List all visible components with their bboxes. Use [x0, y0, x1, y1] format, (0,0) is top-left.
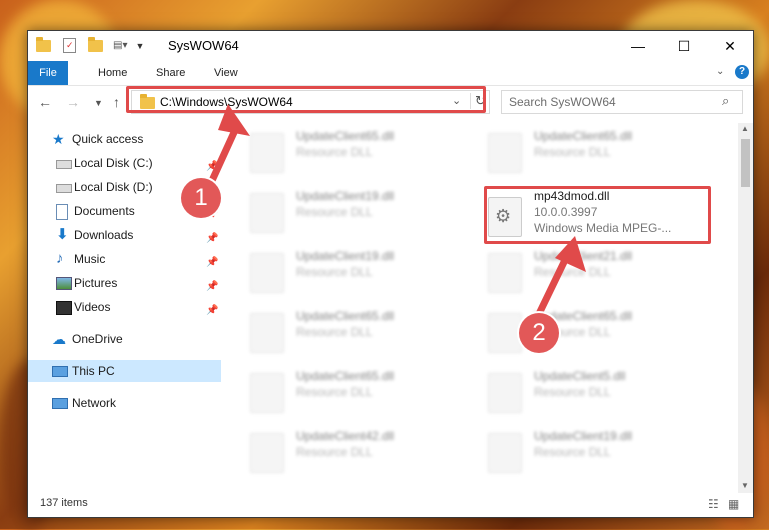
- list-item[interactable]: UpdateClient21.dll Resource DLL: [476, 243, 701, 295]
- sidebar-item-this-pc[interactable]: This PC: [28, 360, 221, 382]
- dll-file-icon: [250, 133, 284, 173]
- documents-icon: [56, 204, 68, 220]
- dll-file-icon: [488, 133, 522, 173]
- sidebar-item-music[interactable]: ♪ Music 📌: [28, 248, 221, 270]
- maximize-button[interactable]: ☐: [661, 31, 707, 61]
- sidebar-item-local-disk-c[interactable]: Local Disk (C:) 📌: [28, 152, 221, 174]
- ribbon-tabs: File Home Share View ⌄ ?: [28, 61, 753, 86]
- chevron-down-icon[interactable]: ▼: [135, 41, 144, 51]
- search-box[interactable]: Search SysWOW64 ⌕: [501, 90, 743, 114]
- back-arrow-icon[interactable]: ←: [38, 94, 52, 110]
- forward-arrow-icon[interactable]: →: [66, 94, 80, 110]
- expand-ribbon-icon[interactable]: ⌄: [716, 66, 724, 77]
- pin-icon[interactable]: 📌: [206, 276, 218, 298]
- status-bar: 137 items ☷ ▦: [28, 493, 753, 517]
- address-bar-highlight: [126, 86, 486, 113]
- help-icon[interactable]: ?: [735, 65, 749, 79]
- step-1-badge: 1: [181, 178, 221, 218]
- up-arrow-icon[interactable]: ↑: [113, 94, 120, 110]
- dll-file-icon: [488, 253, 522, 293]
- properties-icon[interactable]: ✓: [63, 38, 76, 53]
- sidebar-item-onedrive[interactable]: ☁ OneDrive: [28, 328, 221, 350]
- sidebar-item-videos[interactable]: Videos 📌: [28, 296, 221, 318]
- list-item[interactable]: UpdateClient19.dll Resource DLL: [476, 423, 701, 475]
- list-item[interactable]: UpdateClient65.dll Resource DLL: [238, 363, 463, 415]
- step-2-badge: 2: [519, 313, 559, 353]
- network-icon: [52, 398, 68, 409]
- details-view-icon[interactable]: ☷: [708, 497, 719, 511]
- title-bar: ✓ ▤▾ ▼ SysWOW64 — ☐ ✕: [28, 31, 753, 61]
- sidebar-item-quick-access[interactable]: ★ Quick access: [28, 128, 221, 150]
- list-item[interactable]: UpdateClient65.dll Resource DLL: [476, 303, 701, 355]
- star-icon: ★: [52, 131, 65, 147]
- list-item[interactable]: UpdateClient19.dll Resource DLL: [238, 183, 463, 235]
- vertical-scrollbar[interactable]: ▲ ▼: [738, 123, 753, 493]
- selected-file-highlight: [484, 186, 711, 244]
- dll-file-icon: [488, 373, 522, 413]
- pictures-icon: [56, 277, 72, 290]
- folder-icon[interactable]: [36, 36, 51, 52]
- search-input[interactable]: Search SysWOW64: [509, 95, 616, 109]
- list-item[interactable]: UpdateClient65.dll Resource DLL: [476, 123, 701, 175]
- pin-icon[interactable]: 📌: [206, 252, 218, 274]
- scroll-up-icon[interactable]: ▲: [741, 124, 749, 133]
- list-item[interactable]: UpdateClient65.dll Resource DLL: [238, 303, 463, 355]
- new-folder-icon[interactable]: [88, 36, 103, 52]
- sidebar-item-downloads[interactable]: ⬇ Downloads 📌: [28, 224, 221, 246]
- minimize-button[interactable]: —: [615, 31, 661, 61]
- close-button[interactable]: ✕: [707, 31, 753, 61]
- tab-view[interactable]: View: [206, 61, 246, 85]
- dll-file-icon: [488, 433, 522, 473]
- music-icon: ♪: [56, 250, 64, 267]
- pin-icon[interactable]: 📌: [206, 300, 218, 322]
- explorer-window: ✓ ▤▾ ▼ SysWOW64 — ☐ ✕ File Home Share Vi…: [27, 30, 754, 518]
- item-count: 137 items: [40, 497, 88, 509]
- navigation-bar: ← → ▼ ↑ C:\Windows\SysWOW64 ⌄ ↻ Search S…: [28, 86, 753, 118]
- list-item[interactable]: UpdateClient42.dll Resource DLL: [238, 423, 463, 475]
- tab-home[interactable]: Home: [90, 61, 135, 85]
- pin-icon[interactable]: 📌: [206, 228, 218, 250]
- dll-file-icon: [250, 193, 284, 233]
- list-item[interactable]: UpdateClient5.dll Resource DLL: [476, 363, 701, 415]
- recent-locations-icon[interactable]: ▼: [94, 98, 103, 108]
- large-icons-view-icon[interactable]: ▦: [728, 497, 739, 511]
- dll-file-icon: [488, 313, 522, 353]
- videos-icon: [56, 301, 72, 315]
- computer-icon: [52, 366, 68, 377]
- dll-file-icon: [250, 313, 284, 353]
- sidebar-item-pictures[interactable]: Pictures 📌: [28, 272, 221, 294]
- pin-icon[interactable]: 📌: [206, 156, 218, 178]
- tab-share[interactable]: Share: [148, 61, 193, 85]
- file-list: UpdateClient65.dll Resource DLL UpdateCl…: [238, 123, 738, 493]
- customize-toolbar-icon[interactable]: ▤▾: [113, 40, 127, 51]
- drive-icon: [56, 160, 72, 169]
- search-icon[interactable]: ⌕: [722, 93, 729, 109]
- dll-file-icon: [250, 373, 284, 413]
- list-item[interactable]: UpdateClient19.dll Resource DLL: [238, 243, 463, 295]
- tab-file[interactable]: File: [28, 61, 68, 85]
- drive-icon: [56, 184, 72, 193]
- navigation-pane: ★ Quick access Local Disk (C:) 📌 Local D…: [28, 123, 221, 493]
- cloud-icon: ☁: [52, 331, 66, 347]
- list-item[interactable]: UpdateClient65.dll Resource DLL: [238, 123, 463, 175]
- dll-file-icon: [250, 433, 284, 473]
- sidebar-item-network[interactable]: Network: [28, 392, 221, 414]
- quick-access-toolbar: ✓ ▤▾ ▼: [36, 36, 144, 53]
- window-title: SysWOW64: [168, 38, 239, 53]
- scroll-down-icon[interactable]: ▼: [741, 481, 749, 490]
- scroll-thumb[interactable]: [741, 139, 750, 187]
- downloads-icon: ⬇: [56, 226, 69, 243]
- dll-file-icon: [250, 253, 284, 293]
